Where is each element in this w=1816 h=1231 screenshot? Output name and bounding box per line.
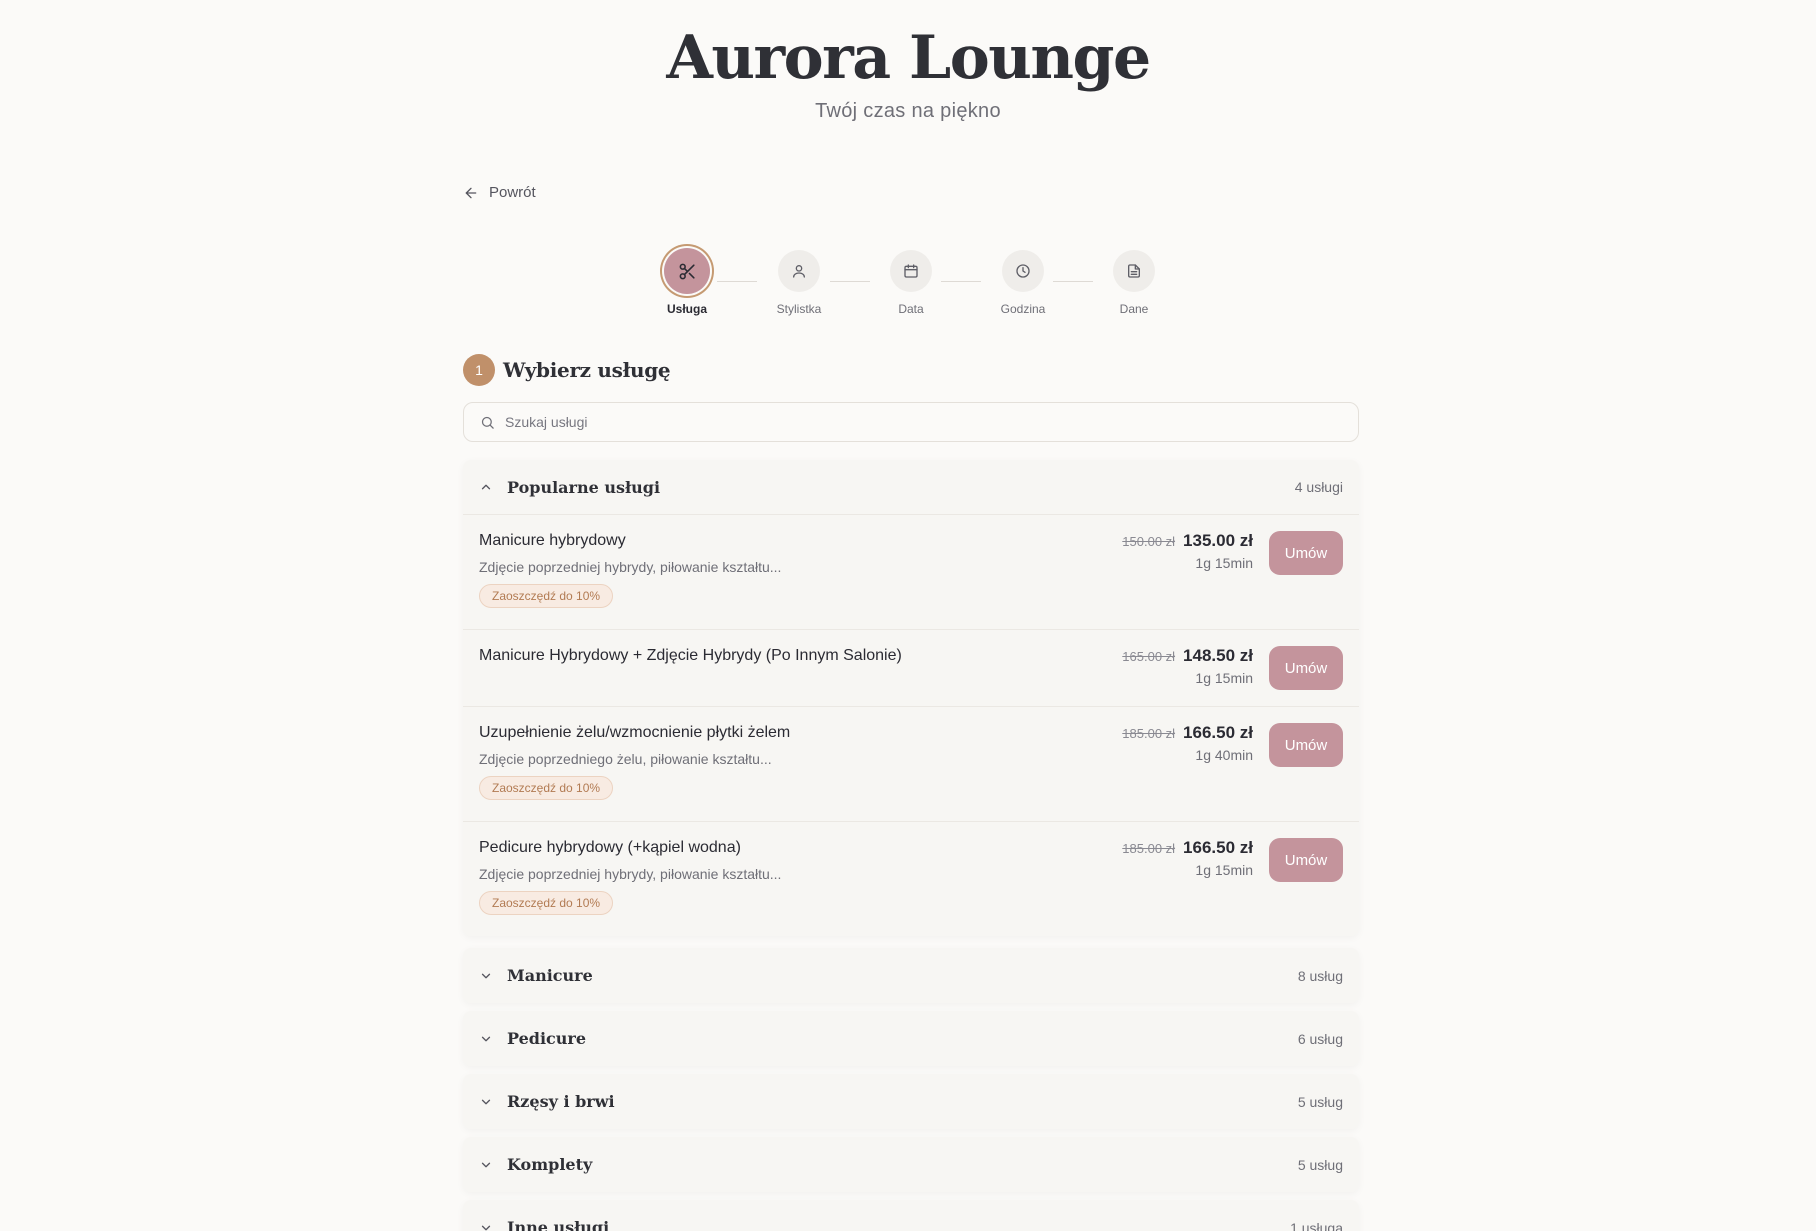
- step-time-label: Godzina: [1000, 302, 1046, 316]
- search-input[interactable]: [505, 414, 1358, 430]
- back-label: Powrót: [489, 184, 536, 201]
- document-icon: [1128, 264, 1140, 278]
- step-details-label: Dane: [1119, 302, 1149, 316]
- service-item: Uzupełnienie żelu/wzmocnienie płytki żel…: [463, 707, 1359, 822]
- brand-title: Aurora Lounge: [666, 23, 1151, 93]
- book-button[interactable]: Umów: [1269, 723, 1343, 767]
- category-name: Rzęsy i brwi: [507, 1092, 615, 1111]
- service-categories: Popularne usługi 4 usługi Manicure hybry…: [463, 460, 1359, 1231]
- category-name: Popularne usługi: [507, 477, 661, 497]
- section-heading: Wybierz usługę: [503, 358, 671, 382]
- step-connector: [941, 281, 981, 282]
- category-count: 4 usługi: [1294, 479, 1343, 495]
- old-price: 165.00 zł: [1122, 649, 1176, 664]
- step-number-badge: 1: [463, 354, 495, 386]
- book-button[interactable]: Umów: [1269, 646, 1343, 690]
- category-sets: Komplety 5 usług: [463, 1137, 1359, 1192]
- service-name: Uzupełnienie żelu/wzmocnienie płytki żel…: [479, 724, 791, 741]
- brand-tagline: Twój czas na piękno: [815, 100, 1001, 122]
- service-duration: 1g 15min: [1195, 555, 1253, 571]
- service-name: Manicure hybrydowy: [479, 532, 626, 549]
- service-duration: 1g 15min: [1195, 670, 1253, 686]
- search-box[interactable]: [463, 402, 1359, 442]
- category-name: Manicure: [507, 966, 593, 985]
- book-button[interactable]: Umów: [1269, 838, 1343, 882]
- back-link[interactable]: Powrót: [463, 184, 536, 201]
- category-header-lashes-brows[interactable]: Rzęsy i brwi 5 usług: [463, 1074, 1359, 1129]
- old-price: 150.00 zł: [1122, 534, 1176, 549]
- step-time-circle: [1002, 250, 1044, 292]
- category-header-pedicure[interactable]: Pedicure 6 usług: [463, 1011, 1359, 1066]
- chevron-down-icon: [481, 973, 491, 978]
- category-name: Komplety: [507, 1155, 593, 1174]
- service-item: Manicure hybrydowy Zdjęcie poprzedniej h…: [463, 515, 1359, 630]
- chevron-down-icon: [481, 1162, 491, 1167]
- category-name: Pedicure: [507, 1029, 587, 1048]
- step-stylist-circle: [778, 250, 820, 292]
- search-icon: [481, 416, 494, 429]
- category-header-manicure[interactable]: Manicure 8 usług: [463, 948, 1359, 1003]
- service-description: Zdjęcie poprzedniego żelu, piłowanie ksz…: [479, 751, 772, 767]
- current-price: 135.00 zł: [1183, 531, 1253, 550]
- service-name: Manicure Hybrydowy + Zdjęcie Hybrydy (Po…: [479, 647, 902, 664]
- category-name: Inne usługi: [507, 1218, 610, 1231]
- discount-badge: Zaoszczędź do 10%: [479, 891, 614, 915]
- step-date-label: Data: [898, 302, 924, 316]
- service-description: Zdjęcie poprzedniej hybrydy, piłowanie k…: [479, 866, 782, 882]
- category-header-sets[interactable]: Komplety 5 usług: [463, 1137, 1359, 1192]
- category-count: 6 usług: [1297, 1030, 1343, 1047]
- category-count: 1 usługa: [1290, 1219, 1343, 1231]
- service-duration: 1g 15min: [1195, 862, 1253, 878]
- step-details-circle: [1113, 250, 1155, 292]
- category-lashes-brows: Rzęsy i brwi 5 usług: [463, 1074, 1359, 1129]
- service-description: Zdjęcie poprzedniej hybrydy, piłowanie k…: [479, 559, 782, 575]
- chevron-up-icon: [481, 484, 491, 490]
- old-price: 185.00 zł: [1122, 841, 1176, 856]
- chevron-down-icon: [481, 1099, 491, 1104]
- step-connector: [717, 281, 757, 282]
- service-duration: 1g 40min: [1195, 747, 1253, 763]
- category-manicure: Manicure 8 usług: [463, 948, 1359, 1003]
- category-count: 5 usług: [1297, 1093, 1343, 1110]
- booking-stepper: Usługa Stylistka Data Godzina Dane: [463, 246, 1359, 316]
- current-price: 166.50 zł: [1183, 723, 1253, 742]
- category-header-popular[interactable]: Popularne usługi 4 usługi: [463, 460, 1359, 515]
- step-connector: [1053, 281, 1093, 282]
- service-item: Pedicure hybrydowy (+kąpiel wodna) Zdjęc…: [463, 822, 1359, 936]
- category-pedicure: Pedicure 6 usług: [463, 1011, 1359, 1066]
- arrow-left-icon: [465, 187, 477, 198]
- chevron-down-icon: [481, 1036, 491, 1041]
- user-icon: [793, 265, 805, 278]
- category-count: 8 usług: [1297, 967, 1343, 984]
- discount-badge: Zaoszczędź do 10%: [479, 584, 614, 608]
- category-header-other[interactable]: Inne usługi 1 usługa: [463, 1200, 1359, 1231]
- step-details[interactable]: Dane: [1089, 246, 1179, 316]
- category-popular: Popularne usługi 4 usługi Manicure hybry…: [463, 460, 1359, 936]
- step-stylist-label: Stylistka: [776, 302, 822, 316]
- category-other: Inne usługi 1 usługa: [463, 1200, 1359, 1231]
- step-service-label: Usługa: [666, 302, 707, 316]
- step-connector: [830, 281, 870, 282]
- discount-badge: Zaoszczędź do 10%: [479, 776, 614, 800]
- step-service-circle: [664, 248, 710, 294]
- category-count: 5 usług: [1297, 1156, 1343, 1173]
- current-price: 148.50 zł: [1183, 646, 1253, 665]
- calendar-icon: [904, 264, 918, 278]
- old-price: 185.00 zł: [1122, 726, 1176, 741]
- service-item: Manicure Hybrydowy + Zdjęcie Hybrydy (Po…: [463, 630, 1359, 707]
- clock-icon: [1016, 264, 1030, 278]
- chevron-down-icon: [481, 1225, 491, 1230]
- current-price: 166.50 zł: [1183, 838, 1253, 857]
- scissors-icon: [679, 263, 695, 279]
- book-button[interactable]: Umów: [1269, 531, 1343, 575]
- section-title: 1 Wybierz usługę: [463, 354, 671, 386]
- page-header: Aurora Lounge Twój czas na piękno: [0, 0, 1816, 123]
- step-date-circle: [890, 250, 932, 292]
- service-name: Pedicure hybrydowy (+kąpiel wodna): [479, 839, 741, 856]
